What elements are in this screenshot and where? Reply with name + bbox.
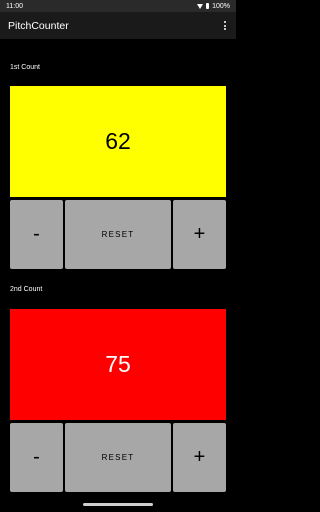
first-count-value: 62 xyxy=(105,128,131,154)
app-bar: PitchCounter xyxy=(0,12,236,39)
first-decrement-label: - xyxy=(33,223,40,245)
first-decrement-button[interactable]: - xyxy=(10,200,63,269)
home-gesture-handle[interactable] xyxy=(83,502,153,506)
status-bar: 11:00 100% xyxy=(0,0,236,12)
first-increment-label: + xyxy=(193,223,206,245)
second-count-controls: - RESET + xyxy=(10,423,226,492)
wifi-icon xyxy=(196,3,203,9)
battery-percent: 100% xyxy=(212,2,230,10)
second-reset-button[interactable]: RESET xyxy=(65,423,171,492)
status-time: 11:00 xyxy=(6,2,23,10)
first-count-label: 1st Count xyxy=(10,64,40,71)
status-indicators: 100% xyxy=(196,2,230,10)
second-count-value: 75 xyxy=(105,351,131,377)
first-count-controls: - RESET + xyxy=(10,200,226,269)
app-screen: 11:00 100% PitchCounter 1st Count 62 - R… xyxy=(0,0,236,512)
first-count-display: 62 xyxy=(10,86,226,197)
second-increment-button[interactable]: + xyxy=(173,423,226,492)
app-title: PitchCounter xyxy=(8,19,69,32)
overflow-menu-icon[interactable] xyxy=(222,19,228,32)
second-decrement-button[interactable]: - xyxy=(10,423,63,492)
first-reset-button[interactable]: RESET xyxy=(65,200,171,269)
navigation-bar xyxy=(0,496,236,512)
second-count-display: 75 xyxy=(10,309,226,420)
second-increment-label: + xyxy=(193,446,206,468)
second-count-label: 2nd Count xyxy=(10,286,43,293)
first-reset-label: RESET xyxy=(101,230,135,239)
second-reset-label: RESET xyxy=(101,453,135,462)
second-decrement-label: - xyxy=(33,446,40,468)
first-increment-button[interactable]: + xyxy=(173,200,226,269)
battery-icon xyxy=(205,3,210,9)
